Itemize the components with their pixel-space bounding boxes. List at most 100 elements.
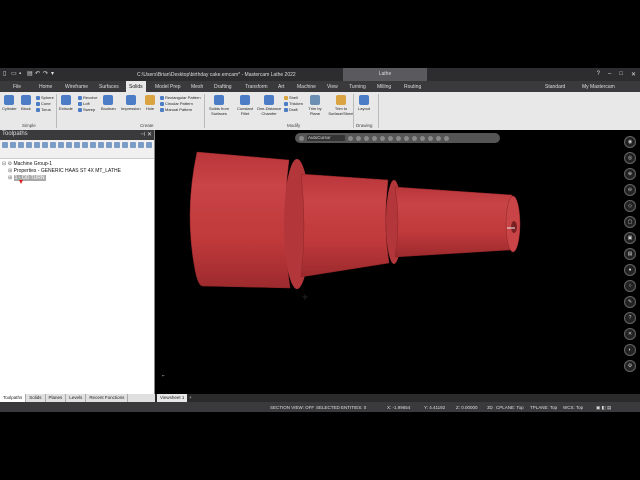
scroll-to-arrow-icon[interactable] xyxy=(130,142,136,148)
sweep-button[interactable]: Sweep xyxy=(78,107,95,112)
post-icon[interactable] xyxy=(58,142,64,148)
tree-node-operation[interactable]: ⊞ 1 - OD TURN xyxy=(2,175,152,182)
tab-surfaces[interactable]: Surfaces xyxy=(99,84,119,90)
shading-icon[interactable]: ● xyxy=(624,264,636,276)
torus-button[interactable]: Torus xyxy=(36,107,51,112)
loft-button[interactable]: Loft xyxy=(78,101,90,106)
step-1-body[interactable] xyxy=(189,151,291,289)
cone-button[interactable]: Cone xyxy=(36,101,51,106)
open-folder-icon[interactable]: ▭ xyxy=(11,71,17,77)
constant-fillet-button[interactable]: Constant Fillet xyxy=(236,95,254,116)
wireframe-icon[interactable]: ○ xyxy=(624,280,636,292)
layout-button[interactable]: Layout xyxy=(358,95,370,111)
tab-model-prep[interactable]: Model Prep xyxy=(155,84,181,90)
tplane-status[interactable]: TPLANE: Top xyxy=(530,405,557,410)
panel-pin-icon[interactable]: ⊣ ✕ xyxy=(140,131,152,139)
solids-from-surfaces-button[interactable]: Solids from Surfaces xyxy=(208,95,230,116)
sphere-button[interactable]: Sphere xyxy=(36,95,54,100)
undo-icon[interactable]: ↶ xyxy=(35,71,40,77)
delete-entities-icon[interactable]: ✕ xyxy=(624,328,636,340)
view-mode-3d[interactable]: 3D xyxy=(487,405,493,410)
tab-turning[interactable]: Turning xyxy=(349,84,366,90)
extrude-button[interactable]: Extrude xyxy=(59,95,73,111)
clear-color-icon[interactable]: ✎ xyxy=(624,296,636,308)
tab-transform[interactable]: Transform xyxy=(245,84,268,90)
tab-routing[interactable]: Routing xyxy=(404,84,421,90)
view-cube-icon[interactable]: ◉ xyxy=(624,136,636,148)
simulate-icon[interactable] xyxy=(50,142,56,148)
tab-milling[interactable]: Milling xyxy=(377,84,391,90)
move-up-icon[interactable] xyxy=(114,142,120,148)
cylinder-button[interactable]: Cylinder xyxy=(2,95,17,111)
select-all-icon[interactable] xyxy=(2,142,8,148)
workspace-selector[interactable]: Standard xyxy=(545,84,565,90)
front-view-icon[interactable]: ▣ xyxy=(624,232,636,244)
redo-icon[interactable]: ↷ xyxy=(43,71,48,77)
toggle-post-icon[interactable] xyxy=(98,142,104,148)
step-3-body[interactable] xyxy=(394,186,513,258)
status-settings-icon[interactable]: ▣ ◧ ▤ xyxy=(596,405,611,411)
shell-button[interactable]: Shell xyxy=(284,95,298,100)
analyze-icon[interactable]: ? xyxy=(624,312,636,324)
high-feed-icon[interactable] xyxy=(66,142,72,148)
tab-machine[interactable]: Machine xyxy=(297,84,316,90)
tree-node-properties[interactable]: ⊞ Properties - GENERIC HAAS ST 4X MT_LAT… xyxy=(2,168,152,175)
maximize-button[interactable]: □ xyxy=(619,71,623,78)
trim-to-surface-button[interactable]: Trim to Surface/Sheet xyxy=(328,95,354,116)
my-mastercam-link[interactable]: My Mastercam xyxy=(582,84,615,90)
tab-solids-manager[interactable]: Solids xyxy=(26,394,46,402)
close-button[interactable]: ✕ xyxy=(631,71,636,78)
tab-toolpaths[interactable]: Toolpaths xyxy=(0,394,27,402)
tab-levels[interactable]: Levels xyxy=(66,394,87,402)
one-distance-chamfer-button[interactable]: One-Distance Chamfer xyxy=(256,95,282,116)
add-viewsheet-icon[interactable]: + xyxy=(189,395,192,400)
wcs-status[interactable]: WCS: Top xyxy=(563,405,583,410)
hole-button[interactable]: Hole xyxy=(145,95,155,111)
settings-icon[interactable]: ⚙ xyxy=(624,360,636,372)
new-file-icon[interactable]: ▯ xyxy=(3,71,8,77)
single-display-icon[interactable] xyxy=(138,142,144,148)
help-icon[interactable] xyxy=(146,142,152,148)
delete-icon[interactable] xyxy=(74,142,80,148)
tab-wireframe[interactable]: Wireframe xyxy=(65,84,88,90)
regenerate-dirty-icon[interactable] xyxy=(26,142,32,148)
insert-arrow-icon[interactable] xyxy=(122,142,128,148)
graphics-viewport[interactable]: AutoCursor ⌐ xyxy=(155,130,608,394)
cplane-status[interactable]: CPLANE: Top xyxy=(496,405,524,410)
minimize-button[interactable]: – xyxy=(608,71,611,78)
tab-mesh[interactable]: Mesh xyxy=(191,84,203,90)
tab-art[interactable]: Art xyxy=(278,84,284,90)
regenerate-icon[interactable] xyxy=(18,142,24,148)
tab-planes[interactable]: Planes xyxy=(46,394,67,402)
circular-pattern-button[interactable]: Circular Pattern xyxy=(160,101,193,106)
backplot-icon[interactable] xyxy=(34,142,40,148)
section-view-status[interactable]: SECTION VIEW: OFF xyxy=(270,405,314,410)
select-dirty-icon[interactable] xyxy=(10,142,16,148)
manual-pattern-button[interactable]: Manual Pattern xyxy=(160,107,192,112)
fit-view-icon[interactable]: ◎ xyxy=(624,152,636,164)
trim-by-plane-button[interactable]: Trim by Plane xyxy=(306,95,324,116)
tab-recent-functions[interactable]: Recent Functions xyxy=(86,394,129,402)
lathe-context-tab[interactable]: Lathe xyxy=(343,68,427,81)
lock-icon[interactable] xyxy=(82,142,88,148)
step-2-body[interactable] xyxy=(300,173,390,278)
toggle-display-icon[interactable] xyxy=(90,142,96,148)
tab-file[interactable]: File xyxy=(13,84,21,90)
verify-icon[interactable] xyxy=(42,142,48,148)
block-button[interactable]: Block xyxy=(21,95,31,111)
iso-view-icon[interactable]: ◇ xyxy=(624,200,636,212)
boolean-button[interactable]: Boolean xyxy=(101,95,116,111)
print-icon[interactable]: ▤ xyxy=(27,71,33,77)
right-view-icon[interactable]: ▤ xyxy=(624,248,636,260)
tree-node-machine-group[interactable]: ⊟ ⚙ Machine Group-1 xyxy=(2,161,152,168)
hide-icon[interactable]: ◐ xyxy=(624,344,636,356)
qat-dropdown-icon[interactable]: ▾ xyxy=(51,71,56,77)
zoom-window-icon[interactable]: ⊕ xyxy=(624,168,636,180)
tab-view[interactable]: View xyxy=(327,84,338,90)
tab-home[interactable]: Home xyxy=(39,84,52,90)
revolve-button[interactable]: Revolve xyxy=(78,95,97,100)
viewsheet-tab[interactable]: Viewsheet 1 xyxy=(157,394,188,402)
impression-button[interactable]: Impression xyxy=(121,95,141,111)
tab-solids[interactable]: Solids xyxy=(126,81,146,92)
rectangular-pattern-button[interactable]: Rectangular Pattern xyxy=(160,95,201,100)
